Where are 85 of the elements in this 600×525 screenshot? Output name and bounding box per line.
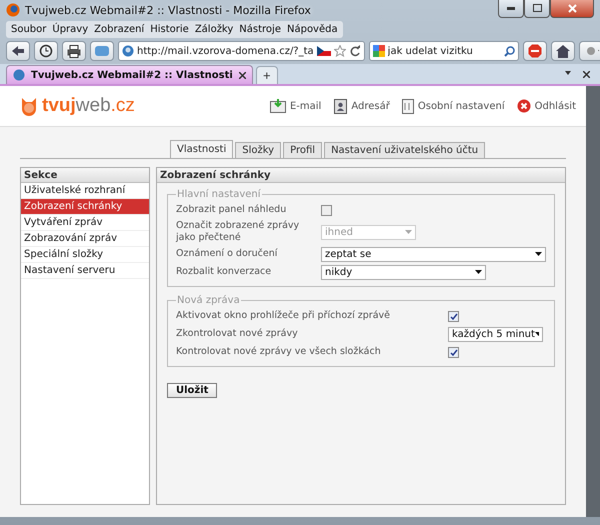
maximize-icon	[532, 4, 542, 12]
site-icon	[13, 69, 25, 81]
close-button[interactable]	[550, 0, 594, 18]
header-link[interactable]: Odhlásit	[516, 98, 576, 114]
close-icon[interactable]	[238, 72, 246, 78]
address-bar[interactable]: http://mail.vzorova-domena.cz/?_ta	[118, 41, 365, 61]
checkbox[interactable]	[448, 346, 459, 358]
close-icon[interactable]	[583, 70, 590, 78]
new-tab-button[interactable]: +	[256, 66, 278, 84]
menu-item[interactable]: Záložky	[192, 24, 236, 35]
menu-item[interactable]: Úpravy	[49, 24, 92, 35]
adblock-button[interactable]	[522, 41, 547, 61]
checkmark-icon	[450, 348, 458, 356]
star-icon[interactable]	[334, 45, 346, 57]
group-legend: Nová zpráva	[176, 295, 241, 306]
back-button[interactable]	[6, 41, 30, 61]
sidebar-item[interactable]: Speciální složky	[21, 247, 149, 263]
setting-label: Rozbalit konverzace	[176, 266, 272, 278]
bubble-icon	[94, 45, 110, 57]
home-button[interactable]	[550, 41, 575, 61]
tab[interactable]: Profil	[283, 142, 322, 158]
cat-head-icon	[20, 96, 38, 116]
caret-icon	[535, 252, 542, 256]
checkbox[interactable]	[448, 310, 459, 322]
logo: tvujweb.cz	[20, 95, 135, 117]
menu-item[interactable]: Zobrazení	[91, 24, 148, 35]
menu-item[interactable]: Historie	[147, 24, 192, 35]
minimize-icon	[507, 6, 515, 10]
addon-button[interactable]	[578, 41, 600, 61]
tab[interactable]: Vlastnosti	[170, 140, 234, 158]
checkmark-icon	[450, 312, 458, 320]
setting-label: Oznámení o doručení	[176, 248, 278, 260]
setting-label: Zkontrolovat nové zprávy	[176, 328, 299, 340]
reload-icon[interactable]	[348, 45, 361, 57]
document-icon	[402, 98, 414, 114]
sidebar-title: Sekce	[21, 168, 149, 183]
print-button[interactable]	[62, 41, 86, 61]
header-link[interactable]: Osobní nastavení	[402, 98, 505, 114]
sidebar-item[interactable]: Zobrazení schránky	[21, 199, 149, 215]
header-link[interactable]: E-mail	[270, 98, 322, 114]
stop-sign-icon	[528, 44, 542, 58]
checkbox[interactable]	[321, 204, 332, 216]
menu-item[interactable]: Nástroje	[236, 24, 284, 35]
search-icon[interactable]	[504, 46, 515, 56]
panel-title: Zobrazení schránky	[157, 168, 565, 183]
envelope-icon	[270, 99, 286, 113]
sidebar-item[interactable]: Nastavení serveru	[21, 263, 149, 279]
menu-item[interactable]: Nápověda	[284, 24, 341, 35]
select-field[interactable]: každých 5 minut	[448, 326, 543, 342]
search-field[interactable]: jak udelat vizitku	[368, 41, 519, 61]
header-link[interactable]: Adresář	[333, 98, 390, 114]
arrows-icon	[10, 44, 26, 58]
caret-icon	[405, 230, 412, 234]
google-icon	[372, 45, 385, 57]
setting-label: Zobrazit panel náhledu	[176, 204, 288, 216]
sidebar-item[interactable]: Uživatelské rozhraní	[21, 183, 149, 199]
firefox-icon	[6, 3, 20, 17]
address-book-icon	[333, 98, 348, 114]
flag-icon	[316, 46, 331, 56]
setting-label: Označit zobrazené zprávy jako přečtené	[176, 220, 300, 244]
window-title: Tvujweb.cz Webmail#2 :: Vlastnosti - Mozilla Firefox	[25, 4, 311, 16]
printer-icon	[67, 44, 81, 58]
history-button[interactable]	[34, 41, 58, 61]
maximize-button[interactable]	[524, 0, 550, 18]
group-legend: Hlavní nastavení	[176, 189, 262, 200]
tab[interactable]: Složky	[235, 142, 282, 158]
browser-tab[interactable]: Tvujweb.cz Webmail#2 :: Vlastnosti	[6, 65, 253, 84]
sidebar-item[interactable]: Vytváření zpráv	[21, 215, 149, 231]
select-field[interactable]: nikdy	[321, 264, 486, 280]
caret-icon	[534, 332, 539, 336]
close-icon	[568, 4, 576, 12]
caret-icon	[475, 270, 482, 274]
tab[interactable]: Nastavení uživatelského účtu	[324, 142, 486, 158]
site-icon	[122, 45, 134, 57]
caret-icon[interactable]	[565, 70, 571, 74]
setting-label: Kontrolovat nové zprávy ve všech složkách	[176, 346, 382, 358]
sidebar-item[interactable]: Zobrazování zpráv	[21, 231, 149, 247]
clock-icon	[39, 44, 53, 58]
select-field[interactable]: zeptat se	[321, 246, 546, 262]
save-button[interactable]: Uložit	[167, 383, 218, 398]
home-icon	[556, 44, 570, 58]
close-icon	[516, 99, 531, 113]
minimize-button[interactable]	[498, 0, 524, 18]
setting-label: Aktivovat okno prohlížeče při příchozí zprávě	[176, 310, 391, 322]
menu-item[interactable]: Soubor	[8, 24, 50, 35]
